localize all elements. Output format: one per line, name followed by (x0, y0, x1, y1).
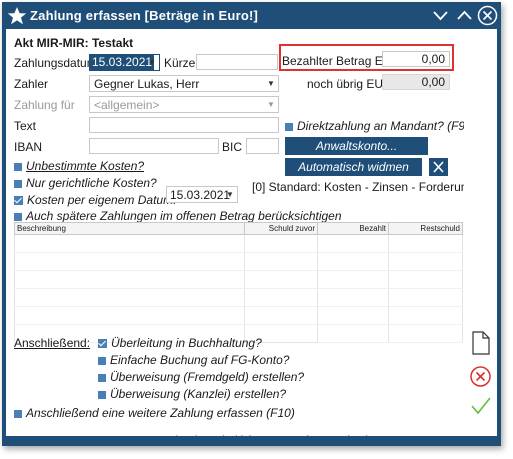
kuerzel-field[interactable] (196, 54, 278, 70)
weitere-zahlung-checkbox[interactable]: Anschließend eine weitere Zahlung erfass… (14, 406, 295, 420)
table-row[interactable] (14, 306, 463, 325)
bic-field[interactable] (246, 138, 279, 154)
zahlung-fuer-label: Zahlung für (14, 98, 75, 112)
calendar-dropdown-icon[interactable]: ▼ (145, 55, 159, 70)
title-bar: Zahlung erfassen [Beträge in Euro!] (2, 2, 501, 29)
column-header: Schuld zuvor (244, 222, 318, 235)
ueberweisung-fremdgeld-checkbox[interactable]: Überweisung (Fremdgeld) erstellen? (98, 370, 304, 384)
zahler-label: Zahler (14, 77, 49, 91)
automatisch-widmen-button[interactable]: Automatisch widmen (F11) (285, 158, 422, 192)
chevron-down-icon[interactable] (430, 5, 451, 26)
chevron-up-icon[interactable] (454, 5, 475, 26)
gerichtliche-kosten-checkbox[interactable]: Nur gerichtliche Kosten? (14, 176, 157, 190)
column-header: Restschuld (388, 222, 463, 235)
noch-uebrig-label: noch übrig EUR (307, 77, 392, 91)
keyboard-hint: <+>,<->:TT/MM/JJJJ in-/dekrement. <Alt+K… (124, 435, 378, 446)
unbestimmte-kosten-checkbox[interactable]: Unbestimmte Kosten? (14, 159, 144, 173)
text-label: Text (14, 119, 37, 133)
star-icon (7, 7, 27, 25)
close-icon[interactable] (477, 5, 498, 26)
zahlung-fuer-select[interactable]: <allgemein> ▼ (89, 96, 279, 113)
ueberleitung-checkbox[interactable]: Überleitung in Buchhaltung? (98, 336, 262, 350)
window-title: Zahlung erfassen [Beträge in Euro!] (30, 8, 259, 23)
close-icon[interactable] (429, 158, 448, 176)
zahlungsdatum-field[interactable]: 15.03.2021 ▼ (89, 54, 160, 71)
column-header: Bezahlt (317, 222, 389, 235)
akt-label: Akt MIR-MIR: Testakt (14, 36, 134, 50)
direktzahlung-checkbox[interactable]: Direktzahlung an Mandant? (F9) (285, 119, 469, 133)
kuerzel-label: Kürzel (164, 56, 199, 70)
chevron-down-icon[interactable]: ▼ (223, 187, 237, 202)
iban-label: IBAN (14, 140, 43, 154)
anwaltskonto-button[interactable]: Anwaltskonto... (285, 137, 428, 155)
spaetere-zahlungen-checkbox[interactable]: Auch spätere Zahlungen im offenen Betrag… (14, 209, 342, 223)
eigenem-datum-checkbox[interactable]: Kosten per eigenem Datum: (14, 193, 176, 207)
form-area: Akt MIR-MIR: Testakt Zahlungsdatum 15.03… (6, 29, 474, 446)
zahlungsdatum-label: Zahlungsdatum (14, 56, 97, 70)
table-row[interactable] (14, 270, 463, 289)
action-sidebar (464, 29, 497, 436)
table-row[interactable] (14, 252, 463, 271)
standard-text: [0] Standard: Kosten - Zinsen - Forderun… (252, 180, 475, 194)
noch-uebrig-field: 0,00 (382, 74, 450, 90)
table-row[interactable] (14, 234, 463, 253)
bic-label: BIC (222, 140, 243, 154)
anschliessend-label: Anschließend: (14, 336, 91, 350)
eigenem-datum-select[interactable]: 15.03.2021 ▼ (166, 186, 238, 203)
column-header: Beschreibung (14, 222, 245, 235)
chevron-down-icon[interactable]: ▼ (264, 76, 278, 91)
fg-konto-checkbox[interactable]: Einfache Buchung auf FG-Konto? (98, 353, 289, 367)
dialog-window: Zahlung erfassen [Beträge in Euro!] Akt … (2, 2, 501, 446)
text-field[interactable] (89, 117, 279, 133)
bezahlter-betrag-field[interactable]: 0,00 (382, 51, 450, 67)
payment-table: Beschreibung Schuld zuvor Bezahlt Restsc… (14, 222, 463, 343)
chevron-down-icon[interactable]: ▼ (264, 97, 278, 112)
cancel-icon[interactable] (469, 365, 492, 388)
iban-field[interactable] (89, 138, 219, 154)
ueberweisung-kanzlei-checkbox[interactable]: Überweisung (Kanzlei) erstellen? (98, 387, 286, 401)
new-document-icon[interactable] (471, 331, 491, 355)
ok-check-icon[interactable] (470, 396, 492, 416)
table-row[interactable] (14, 288, 463, 307)
zahler-select[interactable]: Gegner Lukas, Herr ▼ (89, 75, 279, 92)
